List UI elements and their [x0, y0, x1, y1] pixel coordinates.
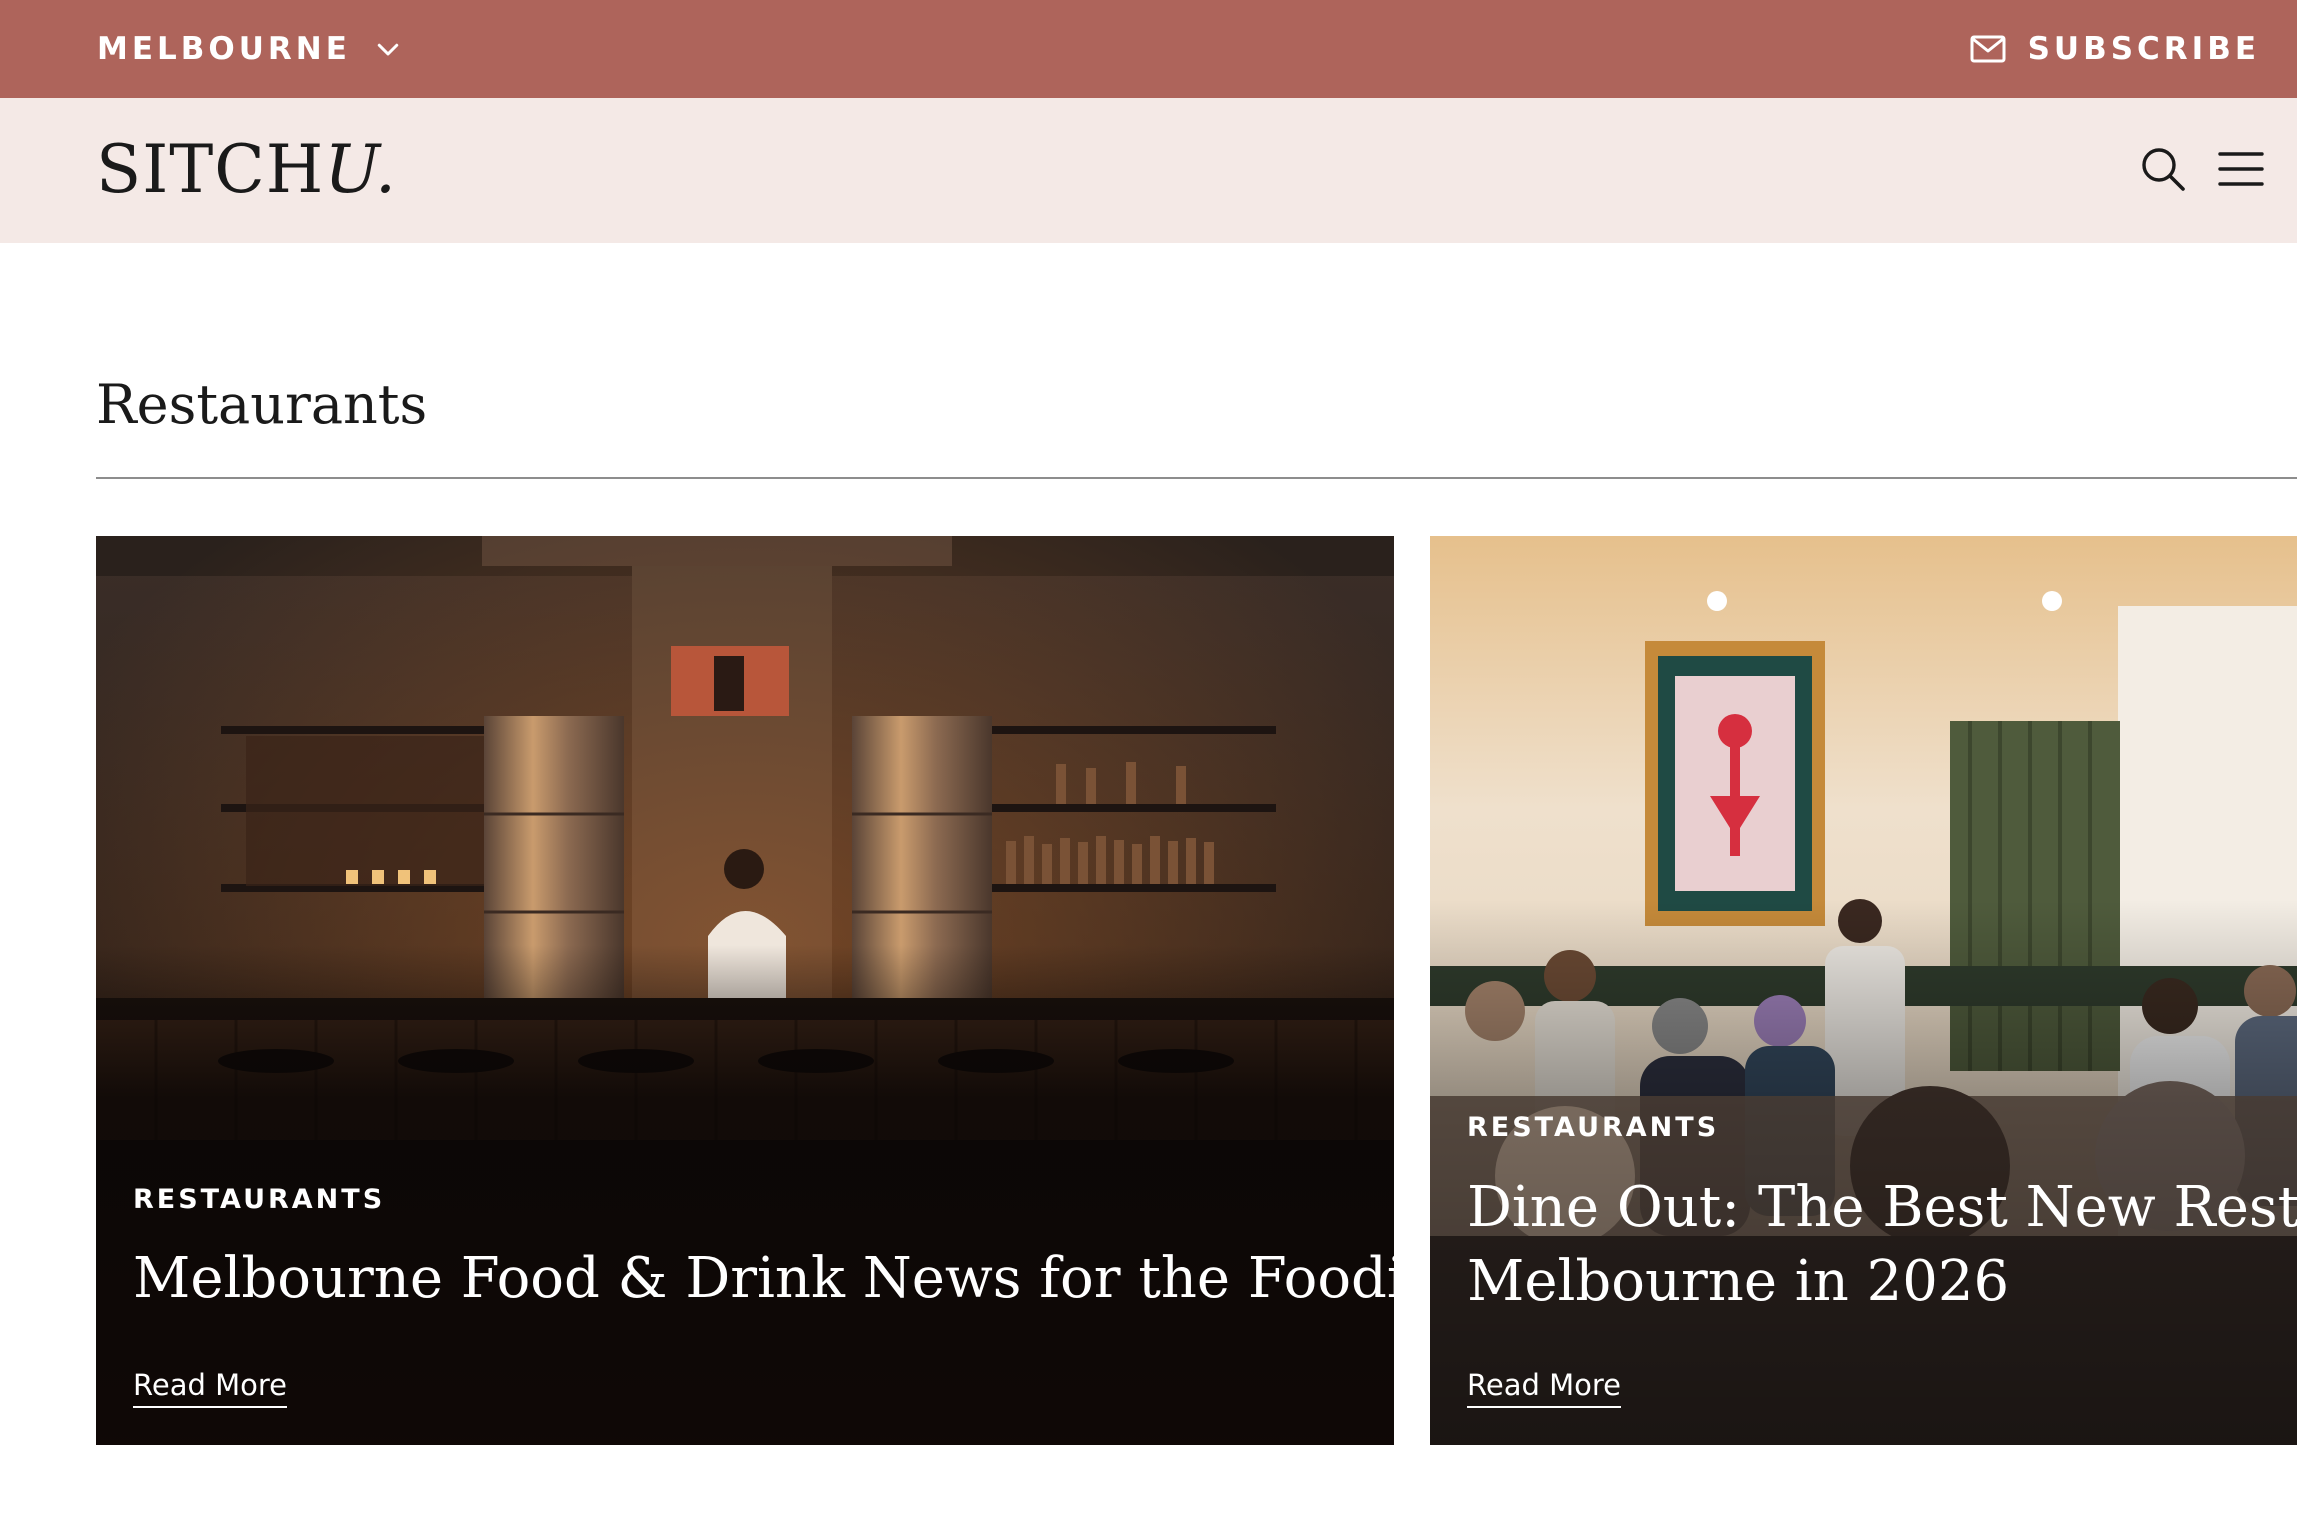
card-title[interactable]: Dine Out: The Best New Restaurants Melbou…: [1467, 1171, 2297, 1319]
card-title-line: Dine Out: The Best New Restaurants: [1467, 1175, 2297, 1240]
menu-icon[interactable]: [2216, 144, 2266, 194]
subscribe-label: SUBSCRIBE: [2027, 31, 2260, 67]
article-card[interactable]: RESTAURANTS Dine Out: The Best New Resta…: [1430, 536, 2297, 1445]
site-header: SITCHU.: [0, 98, 2297, 243]
subscribe-button[interactable]: SUBSCRIBE: [1970, 28, 2260, 70]
logo-text: SITCH: [96, 131, 325, 208]
card-category[interactable]: RESTAURANTS: [1467, 1112, 1719, 1143]
section-title: Restaurants: [96, 373, 428, 436]
card-title-line: Melbourne in 2026: [1467, 1249, 2010, 1314]
top-bar: MELBOURNE SUBSCRIBE: [0, 0, 2297, 98]
card-title[interactable]: Melbourne Food & Drink News for the Food…: [133, 1242, 1394, 1316]
read-more-link[interactable]: Read More: [133, 1368, 287, 1408]
logo-italic: U.: [324, 131, 397, 208]
search-icon[interactable]: [2138, 144, 2188, 194]
chevron-down-icon: [377, 43, 399, 56]
card-category[interactable]: RESTAURANTS: [133, 1184, 385, 1215]
article-card[interactable]: RESTAURANTS Melbourne Food & Drink News …: [96, 536, 1394, 1445]
section-divider: [96, 477, 2297, 479]
read-more-link[interactable]: Read More: [1467, 1368, 1621, 1408]
mail-icon: [1970, 35, 2006, 63]
city-label: MELBOURNE: [97, 31, 351, 67]
city-selector[interactable]: MELBOURNE: [97, 28, 403, 70]
site-logo[interactable]: SITCHU.: [96, 134, 397, 206]
